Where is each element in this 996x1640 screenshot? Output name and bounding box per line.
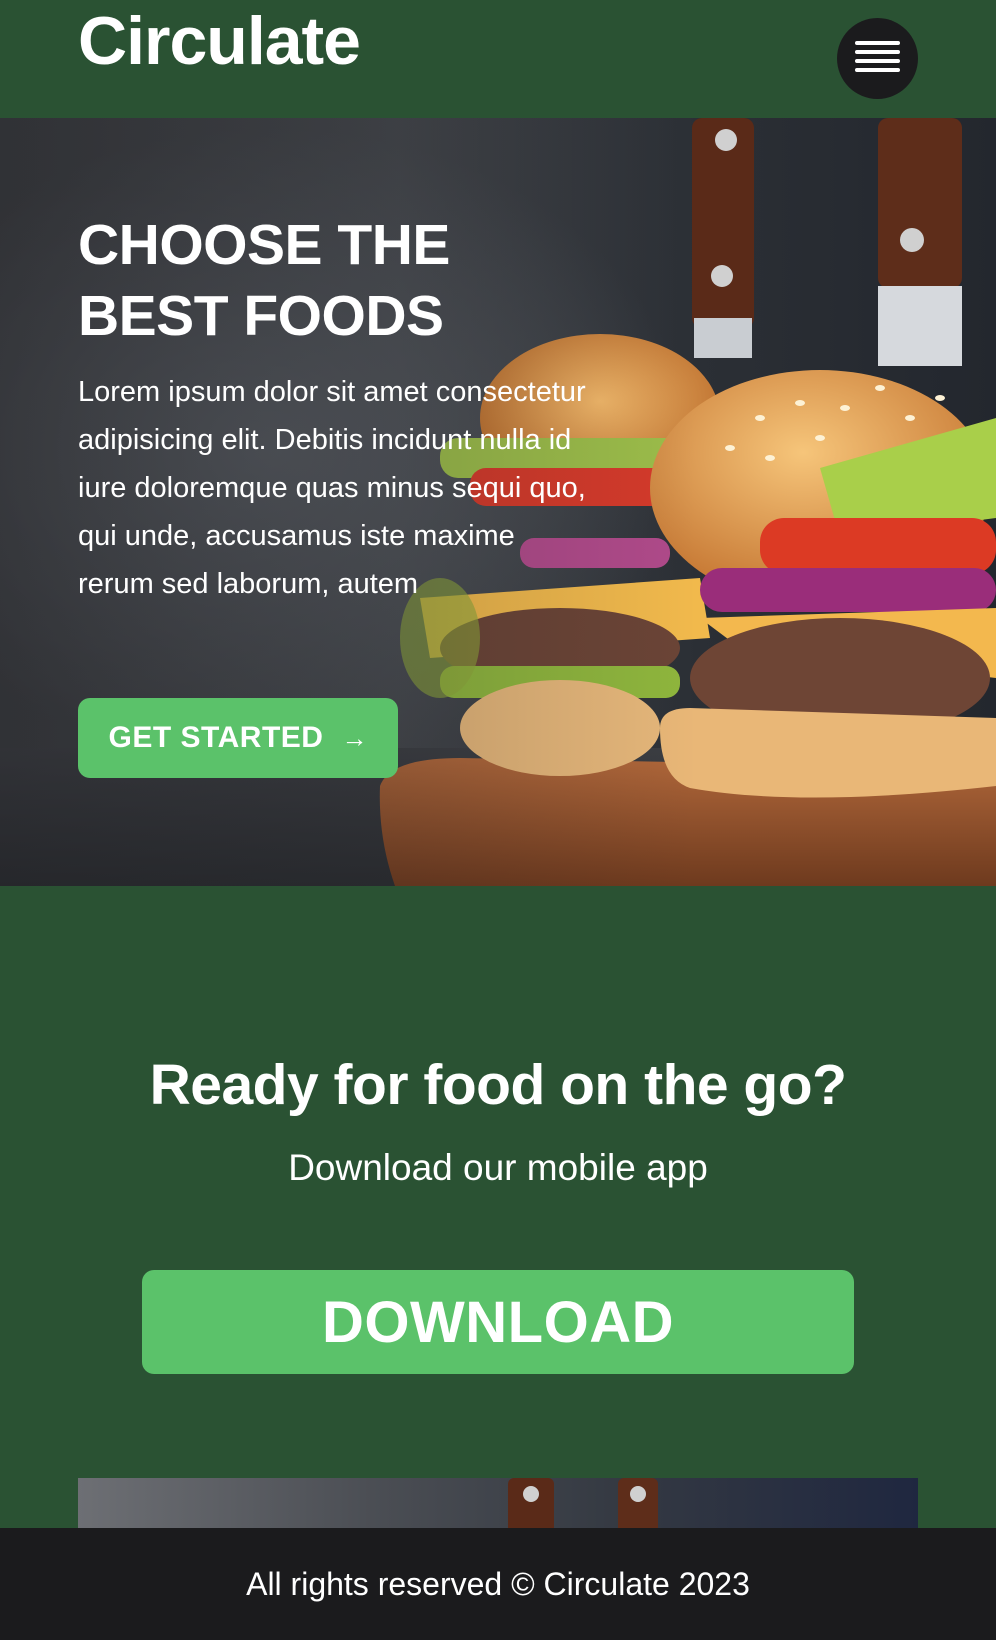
hero-title: CHOOSE THE BEST FOODS [78,213,450,348]
get-started-button[interactable]: GET STARTED → [78,698,398,778]
site-logo[interactable]: Circulate [78,2,361,80]
page: Circulate CHOOSE THE BEST FOODS Lorem ip… [0,0,996,1640]
arrow-right-icon: → [341,723,368,753]
download-button[interactable]: DOWNLOAD [142,1270,854,1374]
app-section-title: Ready for food on the go? [149,1053,847,1117]
get-started-label: GET STARTED [108,721,324,754]
copyright-text: All rights reserved © Circulate 2023 [246,1565,750,1602]
hero-section: CHOOSE THE BEST FOODS Lorem ipsum dolor … [0,118,996,886]
site-footer: All rights reserved © Circulate 2023 [0,1528,996,1640]
menu-button[interactable] [837,18,918,99]
app-section-subtitle: Download our mobile app [288,1147,708,1188]
site-header: Circulate [0,0,996,118]
download-label: DOWNLOAD [322,1289,674,1355]
hero-description: Lorem ipsum dolor sit amet consectetur a… [78,376,586,600]
